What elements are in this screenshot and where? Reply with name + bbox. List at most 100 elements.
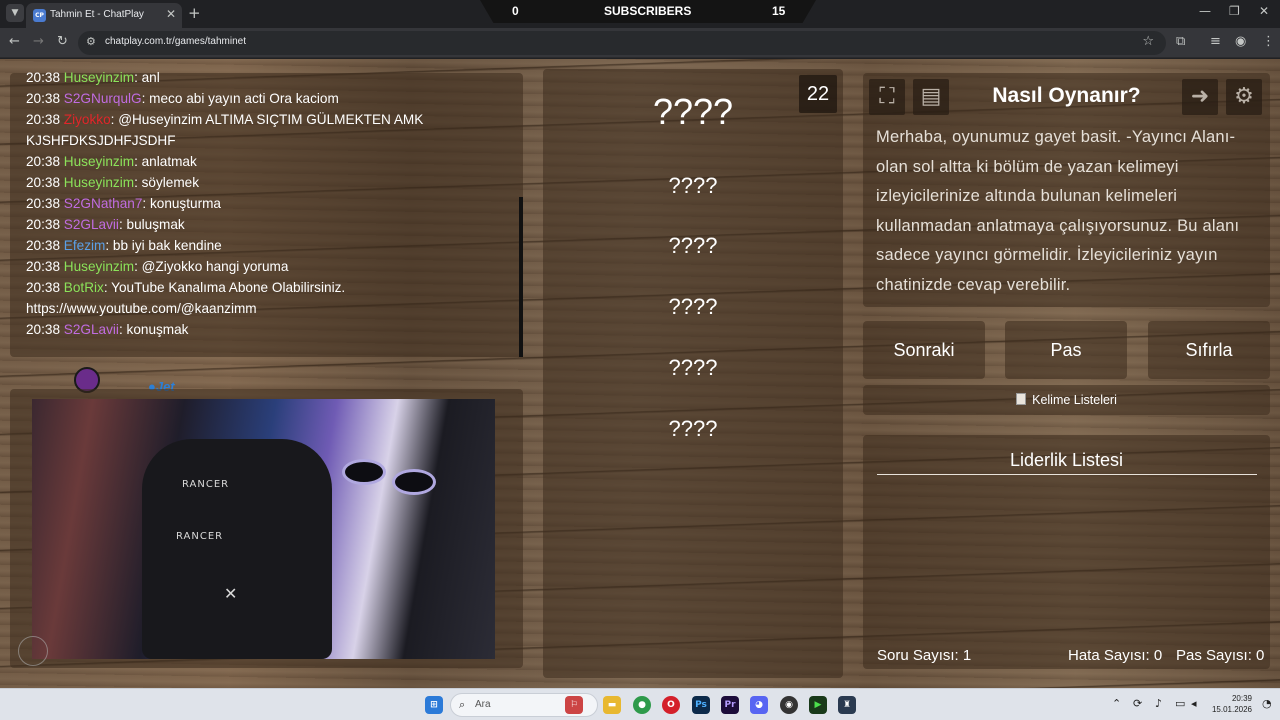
chat-text: : @Ziyokko hangi yoruma	[134, 259, 289, 274]
file-explorer-icon[interactable]: ▬	[603, 696, 621, 714]
word-lists-label: Kelime Listeleri	[1032, 393, 1117, 407]
chat-message: 20:38 S2GLavii: konuşmak	[26, 319, 506, 340]
cat-eye-art	[342, 459, 386, 485]
chat-message: 20:38 Huseyinzim: anl	[26, 67, 506, 88]
chat-username[interactable]: S2GLavii	[64, 322, 119, 337]
chat-text: : söylemek	[134, 175, 200, 190]
app-icon[interactable]: ♜	[838, 696, 856, 714]
chat-message: 20:38 BotRix: YouTube Kanalıma Abone Ola…	[26, 277, 506, 319]
profile-avatar-icon[interactable]: ◉	[1235, 34, 1246, 49]
maximize-button[interactable]: ❐	[1229, 4, 1240, 18]
sync-icon[interactable]: ⟳	[1133, 697, 1142, 710]
chat-timestamp: 20:38	[26, 217, 64, 232]
question-count: Soru Sayısı: 1	[877, 647, 972, 664]
webcam-feed: RANCER RANCER ✕	[32, 399, 495, 659]
browser-toolbar: ← → ↻ ⚙ chatplay.com.tr/games/tahminet ☆…	[0, 28, 1280, 58]
close-window-button[interactable]: ✕	[1259, 4, 1269, 18]
chair-brand-text: RANCER	[182, 479, 230, 490]
media-controls-icon[interactable]: ≡	[1210, 34, 1221, 49]
network-icon[interactable]: ▭	[1175, 697, 1185, 710]
chat-username[interactable]: Huseyinzim	[64, 154, 134, 169]
chat-messages: 20:38 Huseyinzim: anl 20:38 S2GNurqulG: m…	[26, 67, 506, 340]
chat-username[interactable]: Ziyokko	[64, 112, 111, 127]
obs-icon[interactable]: ◉	[780, 696, 798, 714]
chat-timestamp: 20:38	[26, 322, 64, 337]
pass-count: Pas Sayısı: 0	[1176, 647, 1265, 664]
error-count: Hata Sayısı: 0	[1068, 647, 1163, 664]
browser-tab[interactable]: CP Tahmin Et - ChatPlay ✕	[26, 3, 182, 28]
forward-button[interactable]: →	[33, 34, 44, 49]
microphone-icon[interactable]: ♪	[1155, 697, 1162, 710]
chat-username[interactable]: S2GLavii	[64, 217, 119, 232]
chat-message: 20:38 S2GLavii: buluşmak	[26, 214, 506, 235]
premiere-icon[interactable]: Pr	[721, 696, 739, 714]
favicon-icon: CP	[33, 9, 46, 22]
pass-button[interactable]: Pas	[1005, 321, 1127, 379]
chat-timestamp: 20:38	[26, 196, 64, 211]
leaderboard-title: Liderlik Listesi	[1009, 450, 1124, 470]
chrome-icon[interactable]: ●	[633, 696, 651, 714]
browser-menu-icon[interactable]: ⋮	[1262, 34, 1275, 49]
chat-username[interactable]: Huseyinzim	[64, 70, 134, 85]
forbidden-word: ????	[668, 416, 718, 441]
opera-icon[interactable]: O	[662, 696, 680, 714]
chat-message: 20:38 Ziyokko: @Huseyinzim ALTIMA SIÇTIM…	[26, 109, 506, 151]
logout-icon[interactable]: ➜	[1182, 79, 1218, 115]
reload-button[interactable]: ↻	[57, 34, 68, 49]
photoshop-icon[interactable]: Ps	[692, 696, 710, 714]
chat-username[interactable]: BotRix	[64, 280, 104, 295]
notification-bell-icon[interactable]: ◔	[1262, 697, 1272, 710]
chat-username[interactable]: Huseyinzim	[64, 175, 134, 190]
clock-date: 15.01.2026	[1211, 705, 1252, 714]
words-panel: 22 ???? ???? ???? ???? ???? ????	[543, 69, 843, 678]
word-lists-button[interactable]: Kelime Listeleri	[863, 385, 1270, 415]
chat-timestamp: 20:38	[26, 280, 64, 295]
chat-text: : bb iyi bak kendine	[105, 238, 222, 253]
chair-brand-text: RANCER	[176, 531, 224, 542]
chair-emblem-icon: ✕	[224, 584, 239, 603]
chat-text: : konuşmak	[118, 322, 189, 337]
address-bar[interactable]: ⚙ chatplay.com.tr/games/tahminet ☆	[78, 31, 1166, 55]
subscriber-right-count: 15	[772, 4, 786, 18]
game-page: 20:38 Huseyinzim: anl 20:38 S2GNurqulG: m…	[0, 59, 1280, 688]
divider	[877, 474, 1257, 475]
subscriber-label: SUBSCRIBERS	[604, 4, 692, 18]
clock-time: 20:39	[1231, 694, 1252, 703]
search-placeholder: Ara	[475, 699, 491, 710]
tab-search-button[interactable]: ▼	[6, 4, 24, 22]
forbidden-word: ????	[668, 233, 718, 258]
chat-message: 20:38 S2GNurqulG: meco abi yayın acti Or…	[26, 88, 506, 109]
system-clock[interactable]: 20:39 15.01.2026	[1206, 693, 1252, 715]
gear-icon[interactable]: ⚙	[1226, 79, 1262, 115]
search-highlight-icon[interactable]: ⚐	[565, 696, 583, 714]
site-info-icon[interactable]: ⚙	[86, 35, 96, 48]
new-tab-button[interactable]: +	[188, 4, 201, 22]
chat-scrollbar[interactable]	[519, 197, 523, 357]
terminal-app-icon[interactable]: ▶	[809, 696, 827, 714]
streamer-area: RANCER RANCER ✕	[10, 389, 523, 668]
tray-overflow-icon[interactable]: ⌃	[1112, 697, 1121, 710]
chat-username[interactable]: S2GNathan7	[64, 196, 143, 211]
back-button[interactable]: ←	[9, 34, 20, 49]
chat-message: 20:38 Huseyinzim: @Ziyokko hangi yoruma	[26, 256, 506, 277]
circle-button[interactable]	[18, 636, 48, 666]
bookmark-star-icon[interactable]: ☆	[1142, 34, 1154, 49]
minimize-button[interactable]: —	[1199, 4, 1211, 18]
chat-username[interactable]: Huseyinzim	[64, 259, 134, 274]
volume-icon[interactable]: ◂	[1191, 697, 1197, 710]
start-menu-icon[interactable]: ⊞	[425, 696, 443, 714]
close-tab-icon[interactable]: ✕	[166, 7, 176, 21]
chat-timestamp: 20:38	[26, 154, 64, 169]
chat-username[interactable]: S2GNurqulG	[64, 91, 142, 106]
forbidden-word: ????	[668, 173, 718, 198]
cat-eye-art	[392, 469, 436, 495]
chat-timestamp: 20:38	[26, 259, 64, 274]
leaderboard-panel: Liderlik Listesi Soru Sayısı: 1 Hata Say…	[863, 435, 1270, 669]
discord-icon[interactable]: ◕	[750, 696, 768, 714]
gaming-chair: RANCER RANCER ✕	[142, 439, 332, 659]
chat-text: : anl	[134, 70, 160, 85]
chat-username[interactable]: Efezim	[64, 238, 106, 253]
next-button[interactable]: Sonraki	[863, 321, 985, 379]
extensions-icon[interactable]: ⧉	[1176, 34, 1185, 49]
reset-button[interactable]: Sıfırla	[1148, 321, 1270, 379]
